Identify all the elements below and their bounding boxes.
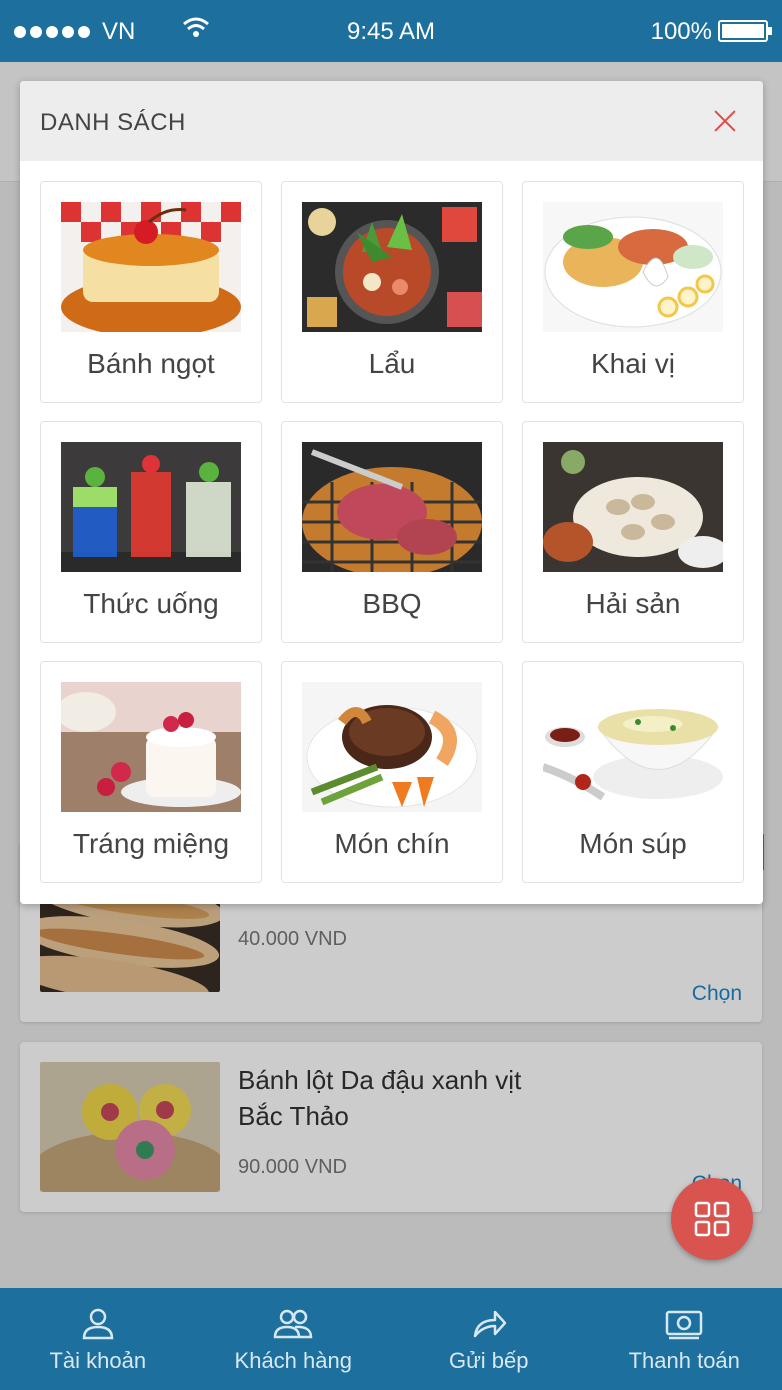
category-thuc-uong[interactable]: Thức uống: [40, 421, 262, 643]
hotpot-photo: [302, 202, 482, 332]
tab-label: Tài khoản: [49, 1348, 147, 1373]
modal-header: DANH SÁCH: [20, 81, 763, 161]
tab-tai-khoan[interactable]: Tài khoản: [0, 1288, 196, 1390]
grid-menu-button[interactable]: [671, 1178, 753, 1260]
category-label: Món chín: [334, 828, 450, 859]
tab-label: Gửi bếp: [448, 1348, 529, 1373]
dessert-photo: [61, 682, 241, 812]
tab-thanh-toan[interactable]: Thanh toán: [587, 1288, 782, 1390]
category-label: Lẩu: [368, 348, 416, 379]
user-icon: [82, 1308, 114, 1340]
category-modal: DANH SÁCH Bánh ngọt Lẩu Khai vị Thức uốn…: [20, 81, 763, 904]
category-banh-ngot[interactable]: Bánh ngọt: [40, 181, 262, 403]
category-label: Tráng miệng: [72, 828, 230, 859]
category-lau[interactable]: Lẩu: [281, 181, 503, 403]
battery-percent: 100%: [650, 18, 712, 45]
tab-gui-bep[interactable]: Gửi bếp: [391, 1288, 587, 1390]
category-label: Món súp: [579, 828, 687, 859]
category-label: Bánh ngọt: [87, 348, 215, 379]
tab-label: Thanh toán: [628, 1348, 740, 1373]
category-khai-vi[interactable]: Khai vị: [522, 181, 744, 403]
modal-title: DANH SÁCH: [40, 109, 186, 136]
category-label: Thức uống: [83, 588, 219, 619]
steak-photo: [302, 682, 482, 812]
close-icon[interactable]: [707, 103, 743, 139]
bbq-grill-photo: [302, 442, 482, 572]
bottom-tab-bar: Tài khoản Khách hàng Gửi bếp Thanh toán: [0, 1288, 782, 1390]
category-mon-chin[interactable]: Món chín: [281, 661, 503, 883]
cash-icon: [666, 1310, 703, 1340]
tab-label: Khách hàng: [234, 1348, 352, 1373]
users-icon: [273, 1309, 313, 1339]
category-trang-mieng[interactable]: Tráng miệng: [40, 661, 262, 883]
category-label: BBQ: [362, 588, 422, 619]
battery-icon: [718, 20, 772, 42]
tab-khach-hang[interactable]: Khách hàng: [196, 1288, 392, 1390]
drinks-photo: [61, 442, 241, 572]
status-bar: VN 9:45 AM 100%: [0, 0, 782, 62]
grid-icon: [694, 1201, 730, 1237]
flan-photo: [61, 202, 241, 332]
category-mon-sup[interactable]: Món súp: [522, 661, 744, 883]
seafood-photo: [543, 442, 723, 572]
soup-photo: [543, 682, 723, 812]
category-hai-san[interactable]: Hải sản: [522, 421, 744, 643]
category-grid: Bánh ngọt Lẩu Khai vị Thức uống BBQ Hải …: [40, 181, 744, 883]
category-bbq[interactable]: BBQ: [281, 421, 503, 643]
category-label: Khai vị: [590, 348, 676, 379]
share-arrow-icon: [473, 1310, 506, 1338]
appetizer-platter-photo: [543, 202, 723, 332]
category-label: Hải sản: [585, 588, 681, 619]
